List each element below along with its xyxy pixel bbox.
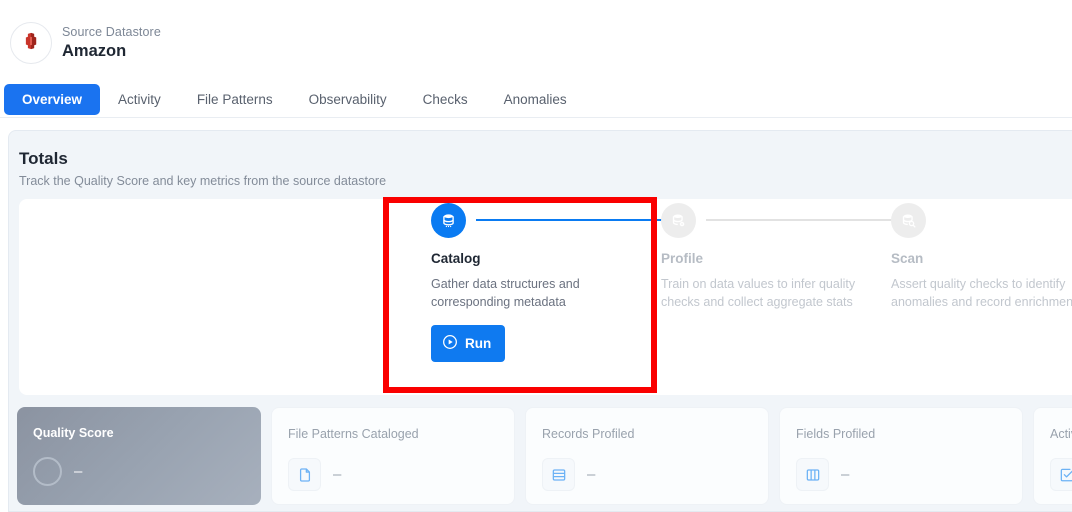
page-header: Source Datastore Amazon Overview Activit… [0, 0, 1072, 118]
tab-overview[interactable]: Overview [4, 84, 101, 115]
metric-card-row: Quality Score – File Patterns Cataloged … [17, 407, 1072, 505]
score-ring-icon [33, 457, 62, 486]
tab-bar: Overview Activity File Patterns Observab… [4, 84, 585, 115]
step-scan-description: Assert quality checks to identify anomal… [891, 277, 1072, 310]
metric-title: Quality Score [33, 426, 114, 440]
totals-subtitle: Track the Quality Score and key metrics … [19, 174, 387, 188]
run-catalog-button[interactable]: Run [431, 325, 506, 363]
metric-card-quality-score[interactable]: Quality Score – [17, 407, 261, 505]
metric-card-active-checks[interactable]: Active – [1033, 407, 1072, 505]
step-catalog-title: Catalog [431, 251, 481, 266]
step-profile-title: Profile [661, 251, 704, 266]
metric-card-records-profiled[interactable]: Records Profiled – [525, 407, 769, 505]
metric-value: – [74, 463, 83, 480]
metric-title: Fields Profiled [796, 427, 876, 441]
run-button-label: Run [465, 336, 492, 352]
step-profile-description: Train on data values to infer quality ch… [661, 277, 856, 310]
metric-value: – [587, 466, 596, 483]
database-stack-icon [431, 202, 466, 238]
metric-value: – [333, 466, 342, 483]
records-table-icon [542, 458, 575, 491]
amazon-redshift-icon [20, 30, 42, 57]
header-divider [0, 117, 1072, 118]
metric-value: – [841, 466, 850, 483]
metric-card-file-patterns-cataloged[interactable]: File Patterns Cataloged – [271, 407, 515, 505]
datastore-label: Source Datastore [62, 25, 161, 40]
file-icon [288, 458, 321, 491]
page-title: Amazon [62, 41, 127, 60]
database-gear-icon [661, 202, 696, 238]
step-connector-scan-end [936, 219, 1072, 221]
datastore-identity: Source Datastore Amazon [10, 22, 161, 64]
columns-icon [796, 458, 829, 491]
tab-activity[interactable]: Activity [100, 84, 179, 115]
step-catalog-description: Gather data structures and corresponding… [431, 277, 580, 310]
database-search-icon [891, 202, 926, 238]
step-catalog: Catalog Gather data structures and corre… [431, 199, 663, 363]
step-scan: Scan Assert quality checks to identify a… [891, 199, 1072, 311]
step-connector-catalog-profile [476, 219, 663, 221]
step-scan-title: Scan [891, 251, 924, 266]
totals-title: Totals [19, 149, 68, 168]
play-circle-icon [442, 334, 458, 353]
metric-title: File Patterns Cataloged [288, 427, 419, 441]
tab-anomalies[interactable]: Anomalies [486, 84, 585, 115]
metric-card-fields-profiled[interactable]: Fields Profiled – [779, 407, 1023, 505]
tab-file-patterns[interactable]: File Patterns [179, 84, 291, 115]
pipeline-stepper: Catalog Gather data structures and corre… [19, 199, 1072, 395]
metric-title: Active [1050, 427, 1072, 441]
step-profile: Profile Train on data values to infer qu… [661, 199, 893, 311]
metric-title: Records Profiled [542, 427, 635, 441]
avatar [10, 22, 52, 64]
totals-panel: Totals Track the Quality Score and key m… [8, 130, 1072, 512]
step-connector-profile-scan [706, 219, 893, 221]
tab-observability[interactable]: Observability [291, 84, 405, 115]
tab-checks[interactable]: Checks [405, 84, 486, 115]
check-square-icon [1050, 458, 1072, 491]
